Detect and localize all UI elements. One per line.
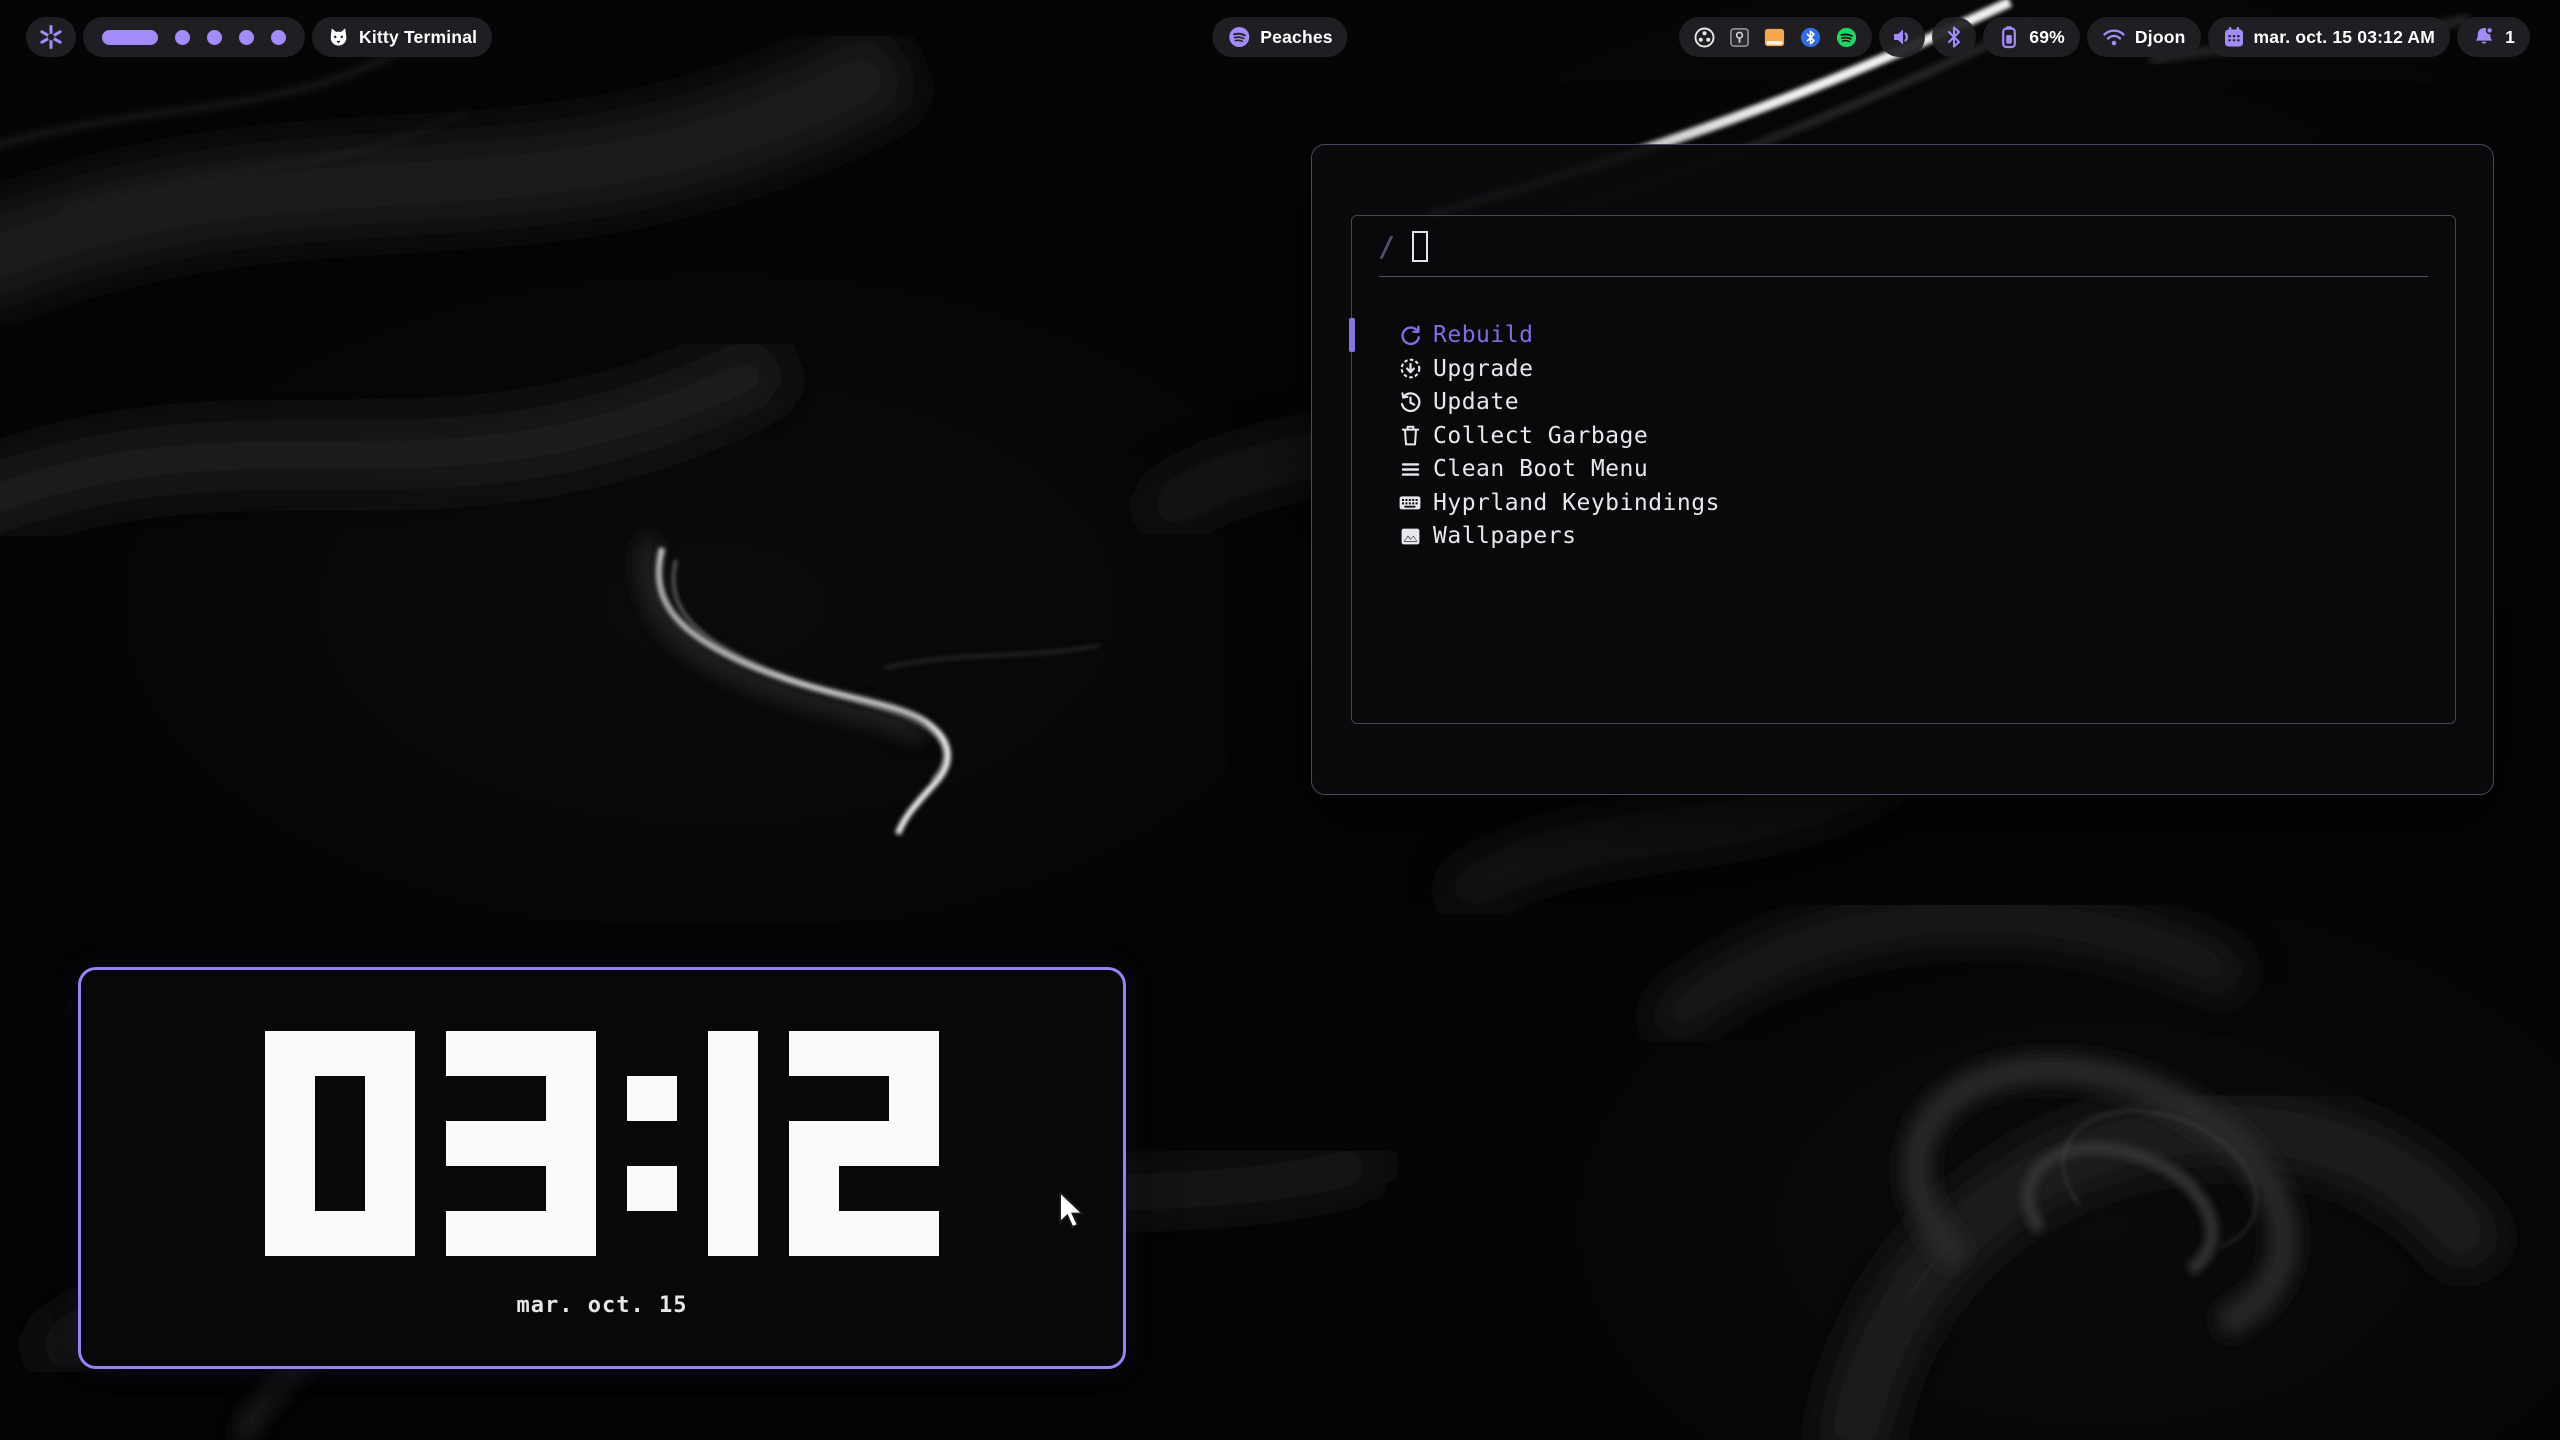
text-cursor bbox=[1412, 231, 1428, 262]
status-bar: Kitty Terminal Peaches bbox=[0, 0, 2560, 76]
battery-icon bbox=[1998, 25, 2020, 49]
launcher-item-clean-boot-menu[interactable]: Clean Boot Menu bbox=[1352, 454, 2455, 484]
spotify-purple-icon bbox=[1227, 25, 1251, 49]
active-window-title: Kitty Terminal bbox=[359, 27, 477, 48]
prompt-separator bbox=[1379, 276, 2428, 277]
kitty-cat-icon bbox=[327, 26, 350, 49]
network-pill[interactable]: Djoon bbox=[2087, 17, 2201, 57]
system-tray bbox=[1679, 17, 1872, 57]
launcher-item-label: Update bbox=[1433, 389, 1519, 415]
bluetooth-icon bbox=[1944, 26, 1964, 48]
clock-colon bbox=[627, 1031, 677, 1256]
workspaces-indicator bbox=[83, 17, 305, 57]
download-circle-icon bbox=[1398, 357, 1422, 381]
bar-right-group: 69% Djoon bbox=[1679, 17, 2530, 57]
clock-digit-0 bbox=[265, 1031, 415, 1256]
launcher-item-label: Hyprland Keybindings bbox=[1433, 490, 1720, 516]
refresh-icon bbox=[1398, 323, 1422, 347]
launcher-item-hyprland-keybindings[interactable]: Hyprland Keybindings bbox=[1352, 488, 2455, 518]
battery-percentage: 69% bbox=[2029, 27, 2065, 48]
bar-left-group: Kitty Terminal bbox=[26, 17, 492, 57]
bell-icon bbox=[2472, 25, 2496, 49]
launcher-item-label: Upgrade bbox=[1433, 356, 1533, 382]
wifi-icon bbox=[2102, 27, 2126, 47]
launcher-item-upgrade[interactable]: Upgrade bbox=[1352, 354, 2455, 384]
launcher-item-rebuild[interactable]: Rebuild bbox=[1352, 320, 2455, 350]
prompt-slash: / bbox=[1378, 230, 1395, 263]
launcher-window: / Rebuild Upgrade Update Collect Garbage Cle… bbox=[1311, 144, 2494, 795]
history-icon bbox=[1398, 390, 1422, 414]
network-ssid: Djoon bbox=[2135, 27, 2186, 48]
clock-date: mar. oct. 15 bbox=[81, 1293, 1123, 1318]
datetime-pill[interactable]: mar. oct. 15 03:12 AM bbox=[2208, 17, 2451, 57]
workspace-4[interactable] bbox=[239, 30, 254, 45]
nix-snowflake-icon bbox=[38, 24, 64, 50]
mouse-cursor bbox=[1058, 1192, 1092, 1237]
workspace-2[interactable] bbox=[175, 30, 190, 45]
keyboard-icon bbox=[1398, 491, 1422, 515]
calendar-icon bbox=[2223, 26, 2245, 48]
workspace-5[interactable] bbox=[271, 30, 286, 45]
notification-count: 1 bbox=[2505, 27, 2515, 48]
menu-lines-icon bbox=[1398, 457, 1422, 481]
bar-center-group: Peaches bbox=[1212, 17, 1347, 57]
media-track-title: Peaches bbox=[1260, 27, 1332, 48]
volume-pill[interactable] bbox=[1879, 17, 1925, 57]
files-orange-tray-icon[interactable] bbox=[1763, 26, 1786, 49]
launcher-item-wallpapers[interactable]: Wallpapers bbox=[1352, 521, 2455, 551]
clock-time-display bbox=[81, 1031, 1123, 1256]
workspace-1-active[interactable] bbox=[102, 30, 158, 45]
battery-pill[interactable]: 69% bbox=[1983, 17, 2080, 57]
app-launcher-button[interactable] bbox=[26, 17, 76, 57]
image-icon bbox=[1398, 524, 1422, 548]
workspace-3[interactable] bbox=[207, 30, 222, 45]
launcher-inner-frame: / Rebuild Upgrade Update Collect Garbage Cle… bbox=[1351, 215, 2456, 724]
launcher-item-label: Collect Garbage bbox=[1433, 423, 1648, 449]
selection-indicator bbox=[1349, 318, 1355, 352]
launcher-item-update[interactable]: Update bbox=[1352, 387, 2455, 417]
trash-icon bbox=[1398, 424, 1422, 448]
keepassxc-tray-icon[interactable] bbox=[1729, 27, 1750, 48]
launcher-item-label: Wallpapers bbox=[1433, 523, 1576, 549]
clock-digit-2 bbox=[789, 1031, 939, 1256]
active-window-pill[interactable]: Kitty Terminal bbox=[312, 17, 492, 57]
launcher-item-collect-garbage[interactable]: Collect Garbage bbox=[1352, 421, 2455, 451]
bluetooth-pill[interactable] bbox=[1932, 17, 1976, 57]
obs-tray-icon[interactable] bbox=[1693, 26, 1716, 49]
launcher-item-label: Clean Boot Menu bbox=[1433, 456, 1648, 482]
speaker-icon bbox=[1891, 26, 1913, 48]
clock-widget: mar. oct. 15 bbox=[78, 967, 1126, 1369]
clock-digit-1 bbox=[708, 1031, 758, 1256]
launcher-item-label: Rebuild bbox=[1433, 322, 1533, 348]
notifications-pill[interactable]: 1 bbox=[2457, 17, 2530, 57]
bluetooth-tray-tray-icon[interactable] bbox=[1799, 26, 1822, 49]
datetime-text: mar. oct. 15 03:12 AM bbox=[2254, 27, 2436, 48]
launcher-results: Rebuild Upgrade Update Collect Garbage Clean… bbox=[1352, 320, 2455, 551]
search-input[interactable]: / bbox=[1352, 216, 2455, 276]
media-player-pill[interactable]: Peaches bbox=[1212, 17, 1347, 57]
clock-digit-3 bbox=[446, 1031, 596, 1256]
spotify-tray-tray-icon[interactable] bbox=[1835, 26, 1858, 49]
